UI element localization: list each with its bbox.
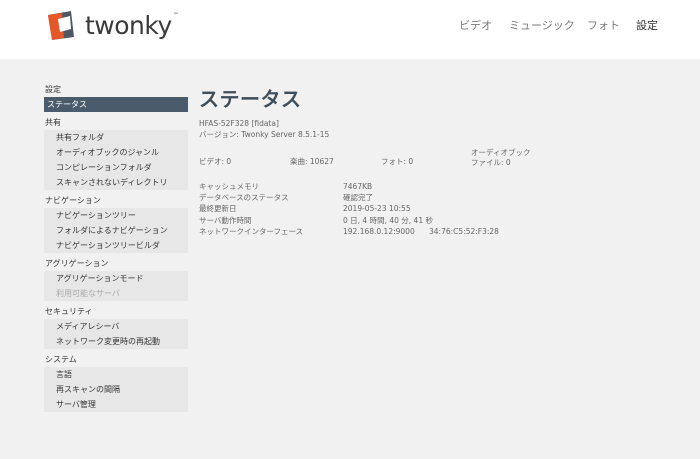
sidebar-heading-security: セキュリティ	[45, 307, 93, 316]
detail-row: データベースのステータス 確認完了	[199, 192, 679, 203]
nav-music[interactable]: ミュージック	[509, 17, 575, 33]
photo-count: フォト: 0	[381, 157, 414, 166]
sidebar-heading-sharing: 共有	[45, 118, 61, 127]
detail-value: 192.168.0.12:9000 34:76:C5:52:F3:28	[343, 226, 499, 236]
audiobook-count: オーディオブック ファイル: 0	[471, 148, 531, 167]
detail-key: サーバ動作時間	[199, 215, 252, 225]
sidebar-heading-aggregation: アグリゲーション	[45, 259, 109, 268]
nav-video[interactable]: ビデオ	[459, 17, 492, 33]
sidebar-item-rescan-interval[interactable]: 再スキャンの間隔	[44, 382, 188, 397]
header: twonky™ ビデオ ミュージック フォト 設定	[0, 0, 700, 59]
sidebar-group-navigation: ナビゲーション ナビゲーションツリー フォルダによるナビゲーション ナビゲーショ…	[44, 194, 188, 253]
sidebar-item-navigation-tree-builder[interactable]: ナビゲーションツリービルダ	[44, 238, 188, 253]
sidebar-group-system: システム 言語 再スキャンの間隔 サーバ管理	[44, 353, 188, 412]
detail-key: データベースのステータス	[199, 193, 289, 203]
sidebar-item-aggregation-mode[interactable]: アグリゲーションモード	[44, 271, 188, 286]
sidebar-group-security: セキュリティ メディアレシーバ ネットワーク変更時の再起動	[44, 305, 188, 349]
status-panel: ステータス HFAS-52F328 [fidata] バージョン: Twonky…	[199, 83, 679, 237]
detail-key: キャッシュメモリ	[199, 182, 259, 191]
sidebar-item-media-receivers[interactable]: メディアレシーバ	[44, 319, 188, 334]
sidebar-item-server-management[interactable]: サーバ管理	[44, 397, 188, 412]
detail-value: 7467KB	[343, 182, 373, 191]
detail-row: ネットワークインターフェース 192.168.0.12:9000 34:76:C…	[199, 226, 679, 237]
sidebar-item-available-servers: 利用可能なサーバ	[44, 286, 188, 301]
twonky-logo[interactable]: twonky™	[44, 9, 179, 41]
server-name: HFAS-52F328 [fidata]	[199, 119, 279, 128]
media-counts: ビデオ: 0 楽曲: 10627 フォト: 0 オーディオブック ファイル: 0	[199, 148, 679, 178]
sidebar-group-aggregation: アグリゲーション アグリゲーションモード 利用可能なサーバ	[44, 257, 188, 301]
settings-sidebar: 設定 ステータス 共有 共有フォルダ オーディオブックのジャンル コンピレーショ…	[44, 83, 188, 416]
detail-row: サーバ動作時間 0 日, 4 時間, 40 分, 41 秒	[199, 215, 679, 226]
sidebar-heading-settings: 設定	[45, 85, 61, 94]
sidebar-item-compilation-folders[interactable]: コンピレーションフォルダ	[44, 160, 188, 175]
detail-key: ネットワークインターフェース	[199, 226, 304, 236]
sidebar-item-status[interactable]: ステータス	[44, 97, 188, 112]
sidebar-item-language[interactable]: 言語	[44, 367, 188, 382]
detail-value: 確認完了	[343, 193, 373, 203]
detail-value: 0 日, 4 時間, 40 分, 41 秒	[343, 215, 433, 225]
twonky-logo-icon	[48, 11, 74, 40]
video-count: ビデオ: 0	[199, 157, 232, 166]
nav-photo[interactable]: フォト	[587, 17, 620, 33]
detail-row: キャッシュメモリ 7467KB	[199, 181, 679, 192]
sidebar-item-navigation-tree[interactable]: ナビゲーションツリー	[44, 208, 188, 223]
music-count: 楽曲: 10627	[290, 157, 334, 166]
sidebar-heading-system: システム	[45, 355, 77, 364]
logo-text: twonky™	[85, 10, 179, 40]
page-title: ステータス	[199, 87, 302, 111]
sidebar-heading-navigation: ナビゲーション	[45, 196, 101, 205]
sidebar-item-folder-navigation[interactable]: フォルダによるナビゲーション	[44, 223, 188, 238]
server-version: バージョン: Twonky Server 8.5.1-15	[199, 130, 330, 139]
sidebar-item-audiobook-genres[interactable]: オーディオブックのジャンル	[44, 145, 188, 160]
sidebar-item-shared-folders[interactable]: 共有フォルダ	[44, 130, 188, 145]
sidebar-group-sharing: 共有 共有フォルダ オーディオブックのジャンル コンピレーションフォルダ スキャ…	[44, 116, 188, 190]
detail-row: 最終更新日 2019-05-23 10:55	[199, 203, 679, 214]
nav-settings[interactable]: 設定	[636, 17, 658, 33]
status-details: キャッシュメモリ 7467KB データベースのステータス 確認完了 最終更新日 …	[199, 181, 679, 237]
sidebar-item-restart-on-network-change[interactable]: ネットワーク変更時の再起動	[44, 334, 188, 349]
sidebar-item-unscanned-directories[interactable]: スキャンされないディレクトリ	[44, 175, 188, 190]
detail-value: 2019-05-23 10:55	[343, 204, 411, 214]
detail-key: 最終更新日	[199, 204, 237, 214]
